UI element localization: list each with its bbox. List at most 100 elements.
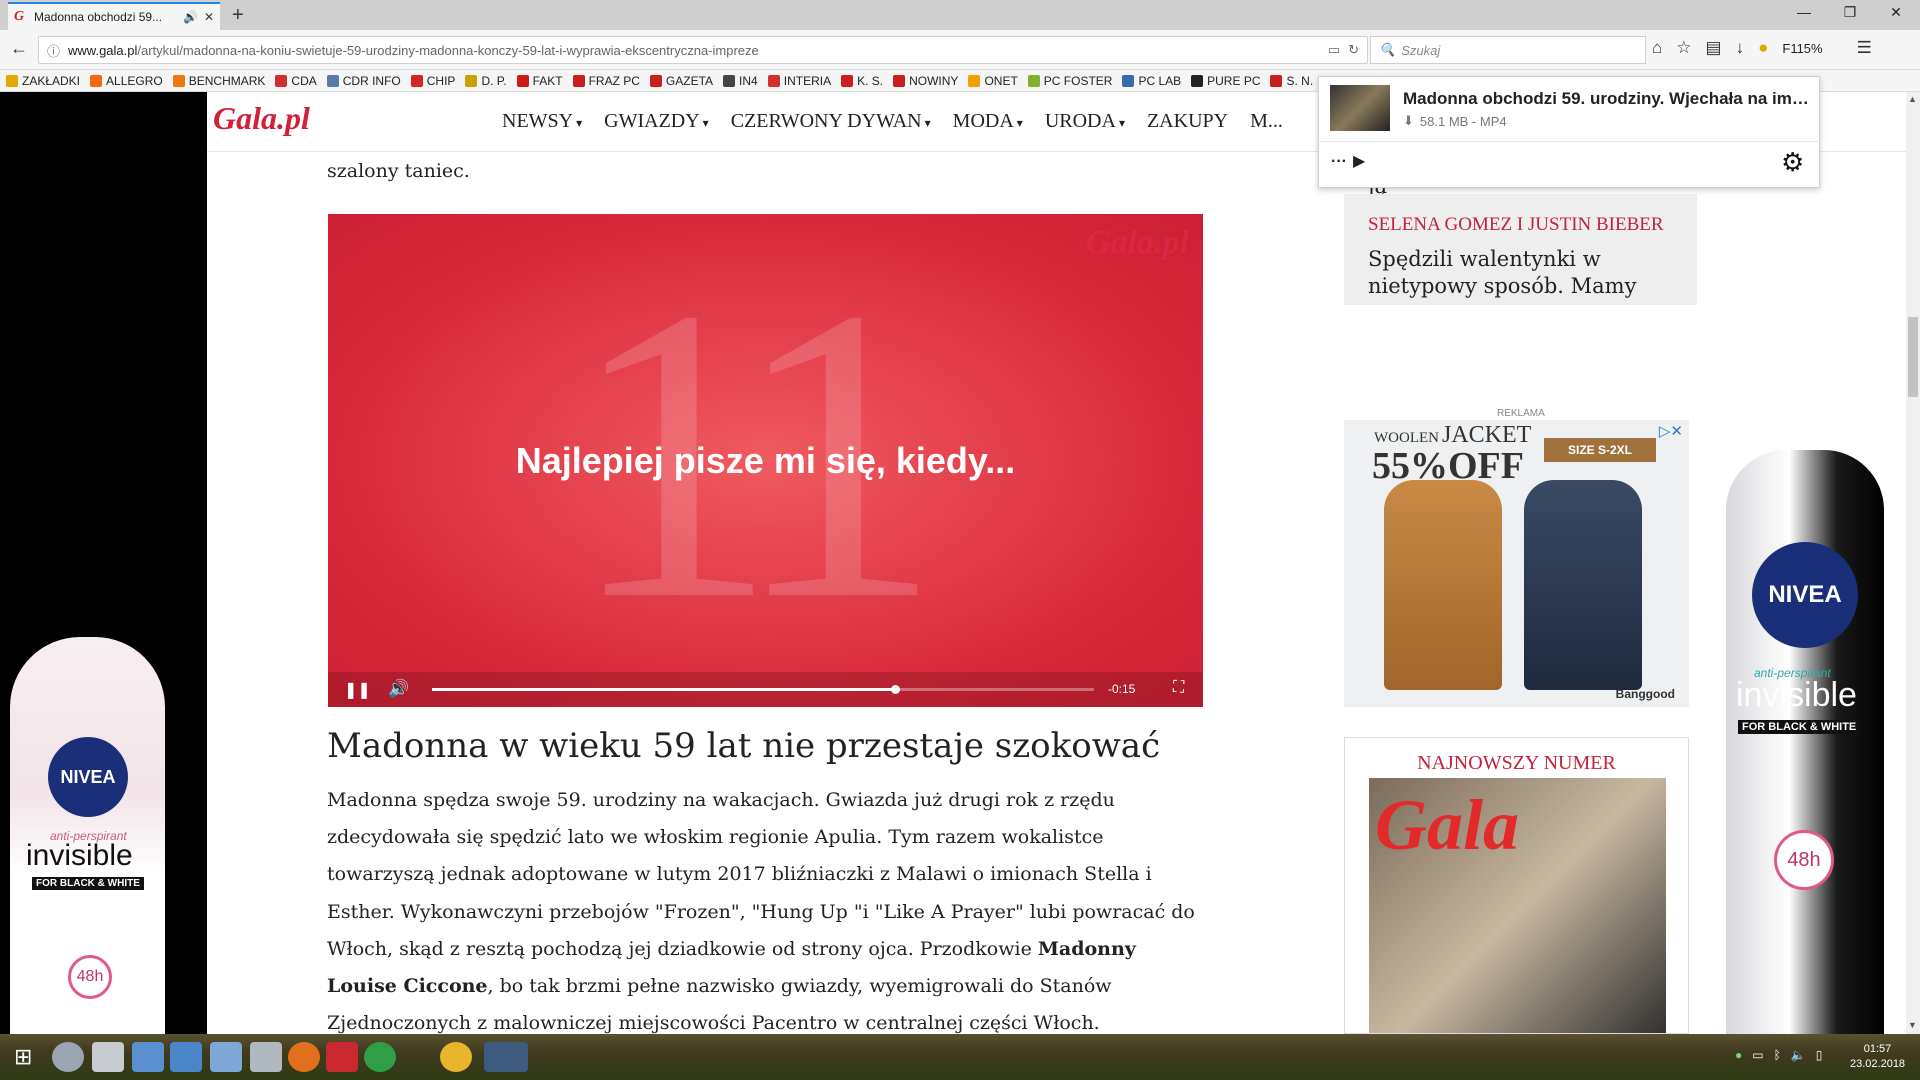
menu-item[interactable]: ZAKUPY — [1147, 110, 1228, 133]
back-arrow-icon[interactable]: ← — [10, 38, 28, 59]
site-logo[interactable]: Gala.pl — [213, 100, 310, 137]
reload-icon[interactable]: ↻ — [1348, 42, 1359, 58]
home-icon[interactable]: ⌂ — [1652, 38, 1662, 58]
nivea-left-ad[interactable]: NIVEA anti-perspirant invisible FOR BLAC… — [10, 637, 165, 1034]
bookmark-item[interactable]: FAKT — [516, 74, 563, 88]
url-text[interactable]: www.gala.pl/artykul/madonna-na-koniu-swi… — [68, 43, 1320, 58]
main-menu: NEWSY GWIAZDY CZERWONY DYWAN MODA URODA ZAKUP… — [502, 110, 1283, 133]
download-title[interactable]: Madonna obchodzi 59. urodziny. Wjechała … — [1403, 89, 1813, 109]
navy-coat-image — [1524, 480, 1642, 690]
app-icon[interactable] — [210, 1042, 242, 1072]
bookmark-item[interactable]: CHIP — [410, 74, 455, 88]
close-tab-icon[interactable]: ✕ — [204, 10, 214, 24]
bookmark-item[interactable]: D. P. — [465, 74, 507, 88]
seek-handle[interactable] — [891, 685, 901, 694]
bookmark-item[interactable]: INTERIA — [767, 74, 831, 88]
bluetooth-icon[interactable]: ᛒ — [1774, 1048, 1781, 1062]
bookmark-favicon-icon — [1270, 74, 1283, 87]
clipboard-icon[interactable]: ▤ — [1706, 38, 1722, 58]
menu-item[interactable]: URODA — [1045, 110, 1125, 133]
drive-icon[interactable] — [250, 1042, 282, 1072]
scroll-down-icon[interactable]: ▼ — [1908, 1020, 1917, 1030]
more-options-icon[interactable]: ··· — [1331, 153, 1347, 171]
video-player[interactable]: 11 Gala.pl Najlepiej pisze mi się, kiedy… — [328, 214, 1203, 707]
bookmark-item[interactable]: K. S. — [841, 74, 883, 88]
download-popup[interactable]: Madonna obchodzi 59. urodziny. Wjechała … — [1318, 76, 1821, 188]
menu-item[interactable]: CZERWONY DYWAN — [731, 110, 931, 133]
windows-start-icon[interactable]: ⊞ — [14, 1044, 32, 1070]
bookmark-item[interactable]: PC FOSTER — [1027, 74, 1112, 88]
scroll-thumb[interactable] — [1908, 317, 1918, 397]
vertical-scrollbar[interactable]: ▲ ▼ — [1906, 92, 1920, 1034]
bookmark-item[interactable]: CDA — [275, 74, 317, 88]
menu-item[interactable]: GWIAZDY — [604, 110, 709, 133]
maximize-icon[interactable]: ❐ — [1830, 4, 1870, 21]
download-circle-icon[interactable]: ⬇ — [1403, 113, 1414, 129]
firefox-active-icon[interactable] — [484, 1042, 528, 1072]
bookmark-star-icon[interactable]: ☆ — [1676, 38, 1691, 58]
ad-label: REKLAMA — [1497, 408, 1545, 419]
banggood-ad[interactable]: WOOLEN JACKET 55%OFF SIZE S-2XL ▷✕ Bangg… — [1344, 420, 1689, 707]
clock[interactable]: 01:57 23.02.2018 — [1850, 1042, 1905, 1072]
scroll-up-icon[interactable]: ▲ — [1908, 94, 1917, 104]
close-window-icon[interactable]: ✕ — [1876, 4, 1916, 21]
video-caption: Najlepiej pisze mi się, kiedy... — [515, 440, 1016, 481]
video-seek-bar[interactable] — [432, 685, 1094, 694]
notification-icon[interactable]: ▯ — [1816, 1048, 1823, 1062]
app-icon[interactable] — [92, 1042, 124, 1072]
firefox-icon[interactable] — [288, 1042, 320, 1072]
new-tab-button[interactable]: + — [232, 4, 244, 27]
bookmark-item[interactable]: ONET — [968, 74, 1018, 88]
bookmark-favicon-icon — [572, 74, 585, 87]
bookmark-item[interactable]: ZAKŁADKI — [6, 74, 80, 88]
bookmark-item[interactable]: IN4 — [723, 74, 758, 88]
bookmark-item[interactable]: FRAZ PC — [572, 74, 640, 88]
speaker-icon[interactable]: 🔊 — [183, 10, 198, 24]
bookmark-item[interactable]: CDR INFO — [326, 74, 401, 88]
bookmark-item[interactable]: PC LAB — [1122, 74, 1181, 88]
bookmark-item[interactable]: ALLEGRO — [90, 74, 163, 88]
hamburger-menu-icon[interactable]: ☰ — [1857, 38, 1872, 58]
info-icon[interactable]: ⓘ — [47, 41, 60, 60]
cover-logo: Gala — [1375, 785, 1519, 865]
tray-icon[interactable]: ● — [1735, 1048, 1742, 1062]
sd-card-icon[interactable] — [132, 1042, 164, 1072]
menu-item[interactable]: M... — [1250, 110, 1283, 133]
pause-icon[interactable]: ❚❚ — [344, 680, 371, 700]
chrome-icon[interactable] — [440, 1042, 472, 1072]
fullscreen-icon[interactable]: ⛶ — [1173, 679, 1184, 697]
menu-item[interactable]: NEWSY — [502, 110, 582, 133]
search-input[interactable]: 🔍 Szukaj — [1370, 36, 1646, 64]
menu-item[interactable]: MODA — [953, 110, 1023, 133]
tab-active[interactable]: G Madonna obchodzi 59... 🔊 ✕ — [8, 2, 220, 30]
magazine-cover[interactable]: Gala — [1369, 778, 1666, 1033]
bookmark-item[interactable]: NOWINY — [893, 74, 958, 88]
page-content: Gala.pl NEWSY GWIAZDY CZERWONY DYWAN MODA UR… — [207, 92, 1906, 1034]
network-icon[interactable]: ▭ — [1752, 1048, 1763, 1062]
bookmark-favicon-icon — [1027, 74, 1040, 87]
bookmark-item[interactable]: S. N. — [1270, 74, 1313, 88]
bookmark-item[interactable]: PURE PC — [1191, 74, 1260, 88]
app-icon[interactable] — [326, 1042, 358, 1072]
minimize-icon[interactable]: — — [1784, 4, 1824, 20]
adchoices-close-icon[interactable]: ▷✕ — [1659, 422, 1683, 440]
chrome-icon[interactable] — [364, 1042, 396, 1072]
latest-issue-box[interactable]: NAJNOWSZY NUMER Gala — [1344, 737, 1689, 1034]
extension-icon[interactable]: ● — [1758, 38, 1768, 58]
volume-icon[interactable]: 🔈 — [1791, 1048, 1806, 1062]
usd-card-icon[interactable] — [170, 1042, 202, 1072]
zoom-label[interactable]: F115% — [1782, 41, 1822, 56]
article-heading: Madonna w wieku 59 lat nie przestaje szo… — [327, 726, 1161, 766]
nivea-right-ad[interactable]: NIVEA anti-perspirant invisible FOR BLAC… — [1726, 450, 1884, 1034]
play-icon[interactable]: ▶ — [1353, 151, 1365, 171]
download-icon[interactable]: ↓ — [1736, 38, 1745, 58]
app-icon[interactable] — [52, 1042, 84, 1072]
bookmark-favicon-icon — [723, 74, 736, 87]
bookmark-item[interactable]: BENCHMARK — [172, 74, 265, 88]
settings-gear-icon[interactable]: ⚙ — [1781, 147, 1804, 178]
bookmark-item[interactable]: GAZETA — [649, 74, 713, 88]
volume-icon[interactable]: 🔊 — [388, 679, 409, 699]
sidebar-card-2[interactable]: SELENA GOMEZ I JUSTIN BIEBER Spędzili wa… — [1344, 194, 1697, 305]
address-bar[interactable]: ⓘ www.gala.pl/artykul/madonna-na-koniu-s… — [38, 36, 1368, 64]
reader-view-icon[interactable]: ▭ — [1328, 42, 1340, 58]
